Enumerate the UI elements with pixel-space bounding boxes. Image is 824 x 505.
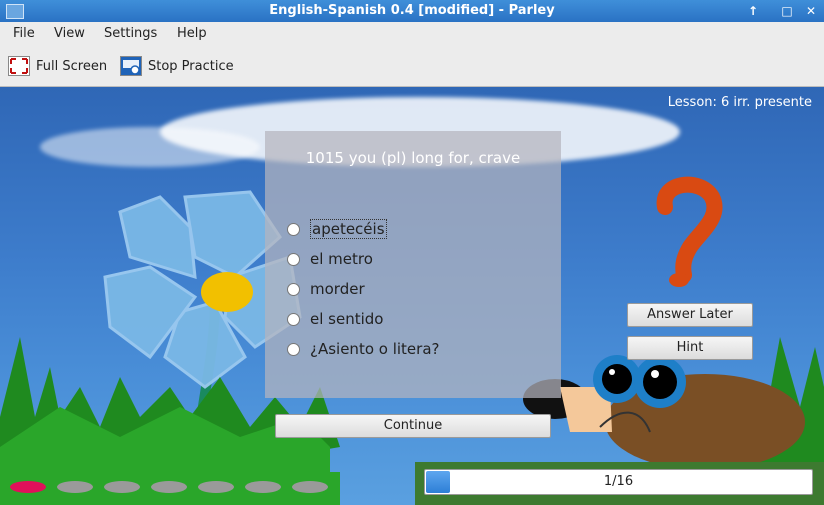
practice-stage: Lesson: 6 irr. presente 1015 you (pl) lo… <box>0 87 824 505</box>
progress-dot <box>10 481 46 493</box>
stop-practice-button[interactable]: Stop Practice <box>120 54 234 78</box>
answer-option-label: el metro <box>310 250 373 268</box>
fullscreen-label: Full Screen <box>36 58 108 74</box>
radio-button[interactable] <box>287 342 300 356</box>
flower-center <box>201 272 253 312</box>
stop-practice-label: Stop Practice <box>148 58 234 74</box>
radio-button[interactable] <box>287 252 300 266</box>
progress-dots <box>10 481 328 493</box>
progress-dot <box>104 481 140 493</box>
title-bar: English-Spanish 0.4 [modified] - Parley … <box>0 0 824 22</box>
answer-option-label: apetecéis <box>310 219 387 239</box>
progress-dot <box>151 481 187 493</box>
menu-view[interactable]: View <box>54 26 85 41</box>
answer-later-button[interactable]: Answer Later <box>627 303 753 327</box>
restore-icon[interactable]: □ <box>778 2 796 20</box>
progress-fill <box>426 471 450 493</box>
answer-option[interactable]: el metro <box>287 244 439 274</box>
window-title: English-Spanish 0.4 [modified] - Parley <box>269 3 555 18</box>
maximize-icon[interactable]: ↑ <box>744 2 762 20</box>
answer-option[interactable]: apetecéis <box>287 214 439 244</box>
close-icon[interactable]: ✕ <box>802 2 820 20</box>
hint-button[interactable]: Hint <box>627 336 753 360</box>
radio-button[interactable] <box>287 282 300 296</box>
menu-settings[interactable]: Settings <box>104 26 157 41</box>
answer-option-label: el sentido <box>310 310 384 328</box>
answer-option[interactable]: ¿Asiento o litera? <box>287 334 439 364</box>
menu-bar: File View Settings Help <box>0 22 824 46</box>
stop-practice-icon <box>120 56 142 76</box>
continue-button[interactable]: Continue <box>275 414 551 438</box>
fullscreen-button[interactable]: Full Screen <box>8 54 107 78</box>
menu-help[interactable]: Help <box>177 26 207 41</box>
answer-option[interactable]: morder <box>287 274 439 304</box>
progress-dot <box>198 481 234 493</box>
answer-option-label: morder <box>310 280 365 298</box>
progress-bar: 1/16 <box>424 469 813 495</box>
radio-button[interactable] <box>287 222 300 236</box>
lesson-label: Lesson: 6 irr. presente <box>667 95 812 110</box>
progress-dot <box>292 481 328 493</box>
answer-option-label: ¿Asiento o litera? <box>310 340 440 358</box>
question-text: 1015 you (pl) long for, crave <box>305 149 521 167</box>
toolbar: Full Screen Stop Practice <box>0 46 824 87</box>
radio-button[interactable] <box>287 312 300 326</box>
question-panel: 1015 you (pl) long for, crave apetecéis … <box>265 131 561 398</box>
answer-options: apetecéis el metro morder el sentido ¿As… <box>287 214 439 364</box>
progress-label: 1/16 <box>603 474 634 489</box>
progress-dot <box>57 481 93 493</box>
answer-option[interactable]: el sentido <box>287 304 439 334</box>
menu-file[interactable]: File <box>13 26 35 41</box>
progress-dot <box>245 481 281 493</box>
fullscreen-icon <box>8 56 30 76</box>
